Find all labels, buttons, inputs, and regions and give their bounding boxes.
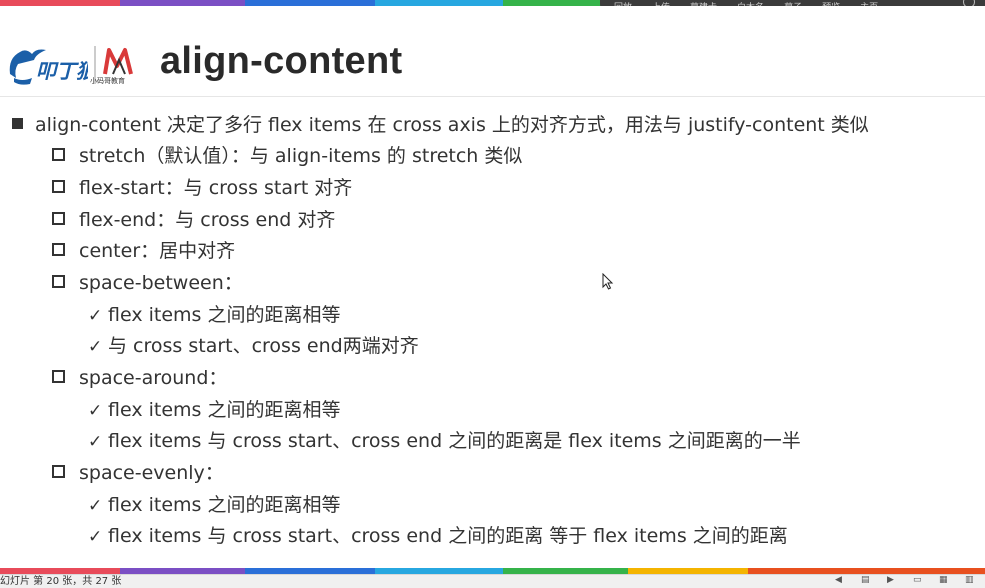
mouse-pointer-icon [602,273,614,290]
hollow-square-bullet-icon [52,180,65,193]
bullet-flex-end: flex-end：与 cross end 对齐 [52,205,335,232]
normal-view-icon[interactable]: ▭ [913,576,923,585]
bullet-space-between: space-between： [52,268,243,295]
slide-header: 叩丁狼 小码哥教育 align-content [0,6,985,97]
slide-title: align-content [160,40,403,82]
hollow-square-bullet-icon [52,370,65,383]
bullet-space-around: space-around： [52,363,227,390]
sub-bullet: ✓ 与 cross start、cross end两端对齐 [88,331,419,358]
bullet-stretch: stretch（默认值）：与 align-items 的 stretch 类似 [52,141,522,168]
bullet-text: space-between： [79,272,243,294]
previous-icon[interactable]: ◀ [835,576,845,585]
hollow-square-bullet-icon [52,275,65,288]
bullet-text: flex-start：与 cross start 对齐 [79,177,353,199]
checkmark-icon: ✓ [88,401,103,421]
notes-icon[interactable]: ▤ [861,576,871,585]
slide-position: 幻灯片 第 20 张，共 27 张 [0,576,122,587]
bullet-text: stretch（默认值）：与 align-items 的 stretch 类似 [79,145,523,167]
bullet-text: flex items 之间的距离相等 [108,304,341,326]
bullet-flex-start: flex-start：与 cross start 对齐 [52,173,352,200]
bullet-text: 与 cross start、cross end两端对齐 [108,335,419,357]
sub-bullet: ✓ flex items 之间的距离相等 [88,490,340,517]
checkmark-icon: ✓ [88,337,103,357]
brand-logo: 叩丁狼 [9,49,88,85]
bullet-space-evenly: space-evenly： [52,458,224,485]
filled-square-bullet-icon [12,118,23,129]
bullet-main: align-content 决定了多行 flex items 在 cross a… [12,110,869,137]
next-icon[interactable]: ▶ [887,576,897,585]
hollow-square-bullet-icon [52,212,65,225]
bullet-text: center：居中对齐 [79,240,236,262]
sub-bullet: ✓ flex items 之间的距离相等 [88,395,340,422]
sub-bullet: ✓ flex items 与 cross start、cross end 之间的距… [88,426,801,453]
sub-bullet: ✓ flex items 与 cross start、cross end 之间的距… [88,521,788,548]
checkmark-icon: ✓ [88,527,103,547]
bullet-text: align-content 决定了多行 flex items 在 cross a… [35,114,869,136]
bullet-text: space-around： [79,367,228,389]
bullet-text: flex items 与 cross start、cross end 之间的距离… [108,430,801,452]
status-bar: 幻灯片 第 20 张，共 27 张 ◀ ▤ ▶ ▭ ▦ ▥ [0,574,985,588]
checkmark-icon: ✓ [88,306,103,326]
hollow-square-bullet-icon [52,243,65,256]
bullet-text: flex-end：与 cross end 对齐 [79,209,336,231]
checkmark-icon: ✓ [88,432,103,452]
hollow-square-bullet-icon [52,148,65,161]
svg-text:叩丁狼: 叩丁狼 [36,59,88,83]
slide-sorter-icon[interactable]: ▦ [939,576,949,585]
logo-caption: 小码哥教育 [90,77,125,85]
bullet-text: space-evenly： [79,462,224,484]
status-controls: ◀ ▤ ▶ ▭ ▦ ▥ [835,576,975,585]
hollow-square-bullet-icon [52,465,65,478]
bullet-text: flex items 与 cross start、cross end 之间的距离… [108,525,788,547]
checkmark-icon: ✓ [88,496,103,516]
sub-bullet: ✓ flex items 之间的距离相等 [88,300,340,327]
bullet-text: flex items 之间的距离相等 [108,494,341,516]
reading-view-icon[interactable]: ▥ [965,576,975,585]
bullet-center: center：居中对齐 [52,236,235,263]
bullet-text: flex items 之间的距离相等 [108,399,341,421]
